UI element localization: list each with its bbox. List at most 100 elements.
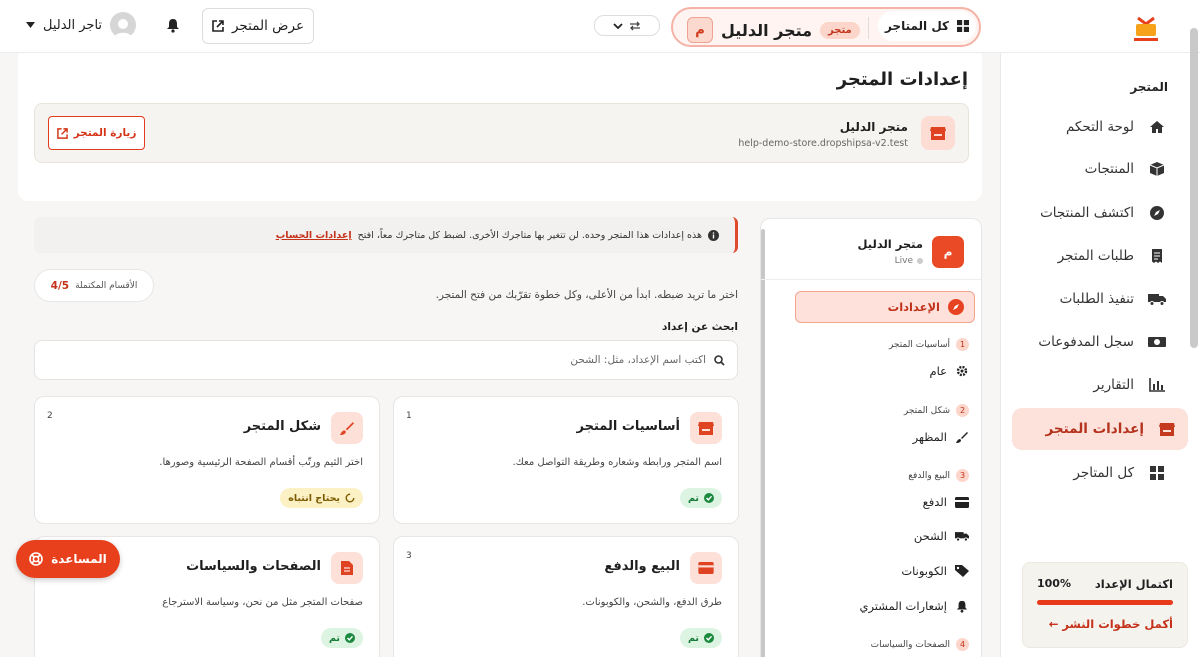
sidebar-item-payments[interactable]: سجل المدفوعات <box>1012 325 1178 359</box>
card-description: اسم المتجر ورابطه وشعاره وطريقة التواصل … <box>512 457 722 468</box>
check-circle-icon <box>345 633 355 643</box>
group-number: 1 <box>956 338 969 351</box>
sidebar-item-discover[interactable]: اكتشف المنتجات <box>1012 196 1178 230</box>
group-label: الصفحات والسياسات <box>870 639 950 650</box>
store-avatar: م <box>687 17 713 43</box>
gear-icon <box>955 364 969 378</box>
sidebar-item-label: إعدادات المتجر <box>1045 421 1144 437</box>
main-sidebar: المتجر لوحة التحكم المنتجات اكتشف المنتج… <box>1000 0 1200 657</box>
tag-icon <box>955 564 969 578</box>
spinner-icon <box>345 493 355 503</box>
progress-title: اكتمال الإعداد <box>1094 577 1173 591</box>
instruction-text: اختر ما تريد ضبطه. ابدأ من الأعلى، وكل خ… <box>435 289 738 301</box>
document-icon <box>331 552 363 584</box>
card-description: طرق الدفع، والشحن، والكوبونات. <box>582 597 722 608</box>
main-content: إعدادات المتجر متجر الدليل help-demo-sto… <box>18 53 982 657</box>
notifications-bell-icon[interactable] <box>166 18 180 33</box>
visit-store-label: زيارة المتجر <box>73 127 137 139</box>
group-number: 4 <box>956 638 969 651</box>
card-description: صفحات المتجر مثل من نحن، وسياسة الاسترجا… <box>162 597 363 608</box>
store-select-dropdown[interactable] <box>594 15 660 36</box>
divider <box>868 17 869 39</box>
help-button[interactable]: المساعدة <box>16 540 120 578</box>
settings-nav-appearance[interactable]: المظهر <box>913 430 969 444</box>
settings-store-name: متجر الدليل <box>857 237 923 251</box>
notice-text: هذه إعدادات هذا المتجر وحده. لن تتغير به… <box>357 229 702 241</box>
visit-store-button[interactable]: زيارة المتجر <box>48 116 145 150</box>
brand-logo[interactable] <box>1128 10 1164 46</box>
brush-icon <box>331 412 363 444</box>
account-settings-link[interactable]: إعدادات الحساب <box>276 230 352 241</box>
grid-icon <box>1148 464 1166 482</box>
external-link-icon <box>56 127 68 139</box>
progress-bar <box>1037 600 1173 605</box>
sidebar-item-label: اكتشف المنتجات <box>1040 205 1134 221</box>
settings-card-appearance[interactable]: شكل المتجر 2 اختر الثيم ورتّب أقسام الصف… <box>34 396 380 524</box>
settings-search-input[interactable]: اكتب اسم الإعداد، مثل: الشحن <box>34 340 738 380</box>
brush-icon <box>955 430 969 444</box>
help-label: المساعدة <box>51 552 107 566</box>
sidebar-item-reports[interactable]: التقارير <box>1012 368 1178 402</box>
nav-item-label: الشحن <box>913 529 947 543</box>
grid-icon <box>957 20 970 32</box>
bell-icon <box>955 599 969 613</box>
group-label: البيع والدفع <box>908 470 950 481</box>
settings-nav-scrollbar[interactable] <box>761 229 765 657</box>
user-name: تاجر الدليل <box>43 17 103 33</box>
divider <box>761 279 981 280</box>
progress-percent: 100% <box>1037 577 1071 590</box>
completed-label: الأقسام المكتملة <box>75 280 138 291</box>
sidebar-item-label: لوحة التحكم <box>1065 119 1134 135</box>
card-title: البيع والدفع <box>604 559 680 574</box>
store-icon <box>1158 420 1176 438</box>
avatar <box>110 12 137 38</box>
sidebar-scrollbar[interactable] <box>1190 28 1198 348</box>
lifebuoy-icon <box>29 552 44 566</box>
view-store-button[interactable]: عرض المتجر <box>202 8 314 44</box>
sidebar-item-all-stores[interactable]: كل المتاجر <box>1012 456 1178 490</box>
all-stores-button[interactable]: كل المتاجر <box>878 11 976 41</box>
sidebar-item-label: التقارير <box>1093 377 1134 393</box>
settings-nav-general[interactable]: عام <box>930 364 970 378</box>
page-title: إعدادات المتجر <box>836 69 968 90</box>
settings-card-basics[interactable]: أساسيات المتجر 1 اسم المتجر ورابطه وشعار… <box>393 396 739 524</box>
status-badge: يحتاج انتباه <box>280 488 363 508</box>
settings-group-3: 3 البيع والدفع <box>908 469 969 482</box>
settings-nav-buyer-notifications[interactable]: إشعارات المشتري <box>859 599 969 613</box>
settings-nav-payment[interactable]: الدفع <box>923 495 969 509</box>
settings-nav-active-item[interactable]: الإعدادات <box>795 291 975 323</box>
sidebar-item-dashboard[interactable]: لوحة التحكم <box>1012 110 1178 144</box>
completed-sections-badge: الأقسام المكتملة 4/5 <box>34 269 154 302</box>
setup-progress-card: اكتمال الإعداد 100% أكمل خطوات النشر ← <box>1022 562 1188 648</box>
store-icon <box>921 116 955 150</box>
store-url: help-demo-store.dropshipsa-v2.test <box>738 138 908 149</box>
card-icon <box>955 495 969 509</box>
sidebar-item-orders[interactable]: طلبات المتجر <box>1012 239 1178 273</box>
card-description: اختر الثيم ورتّب أقسام الصفحة الرئيسية و… <box>159 457 363 468</box>
home-icon <box>1148 118 1166 136</box>
store-name: متجر الدليل <box>839 120 908 134</box>
nav-item-label: عام <box>929 364 948 378</box>
sidebar-item-fulfillment[interactable]: تنفيذ الطلبات <box>1012 282 1178 316</box>
sidebar-item-products[interactable]: المنتجات <box>1012 152 1178 186</box>
nav-item-label: المظهر <box>912 430 947 444</box>
status-label: Live <box>894 256 913 266</box>
status-label: تم <box>328 632 340 644</box>
nav-item-label: الكوبونات <box>901 564 947 578</box>
settings-nav-shipping[interactable]: الشحن <box>914 529 969 543</box>
sidebar-item-store-settings[interactable]: إعدادات المتجر <box>1012 408 1188 450</box>
settings-nav-coupons[interactable]: الكوبونات <box>901 564 969 578</box>
settings-group-4: 4 الصفحات والسياسات <box>871 638 969 651</box>
store-tag-badge: متجر <box>820 21 860 39</box>
truck-icon <box>1148 290 1166 308</box>
settings-card-sales-payment[interactable]: البيع والدفع 3 طرق الدفع، والشحن، والكوب… <box>393 536 739 657</box>
store-info-box: متجر الدليل help-demo-store.dropshipsa-v… <box>34 103 969 163</box>
search-placeholder: اكتب اسم الإعداد، مثل: الشحن <box>570 354 706 366</box>
chart-icon <box>1148 376 1166 394</box>
settings-group-2: 2 شكل المتجر <box>904 404 969 417</box>
top-bar: متجر متجر الدليل م كل المتاجر عرض المتجر… <box>0 0 1002 53</box>
user-menu[interactable]: تاجر الدليل <box>26 12 137 38</box>
complete-publish-link[interactable]: أكمل خطوات النشر ← <box>1049 617 1173 631</box>
card-title: أساسيات المتجر <box>576 419 681 434</box>
settings-nav-panel: م متجر الدليل Live الإعدادات 1 أساسيات ال… <box>760 218 982 657</box>
